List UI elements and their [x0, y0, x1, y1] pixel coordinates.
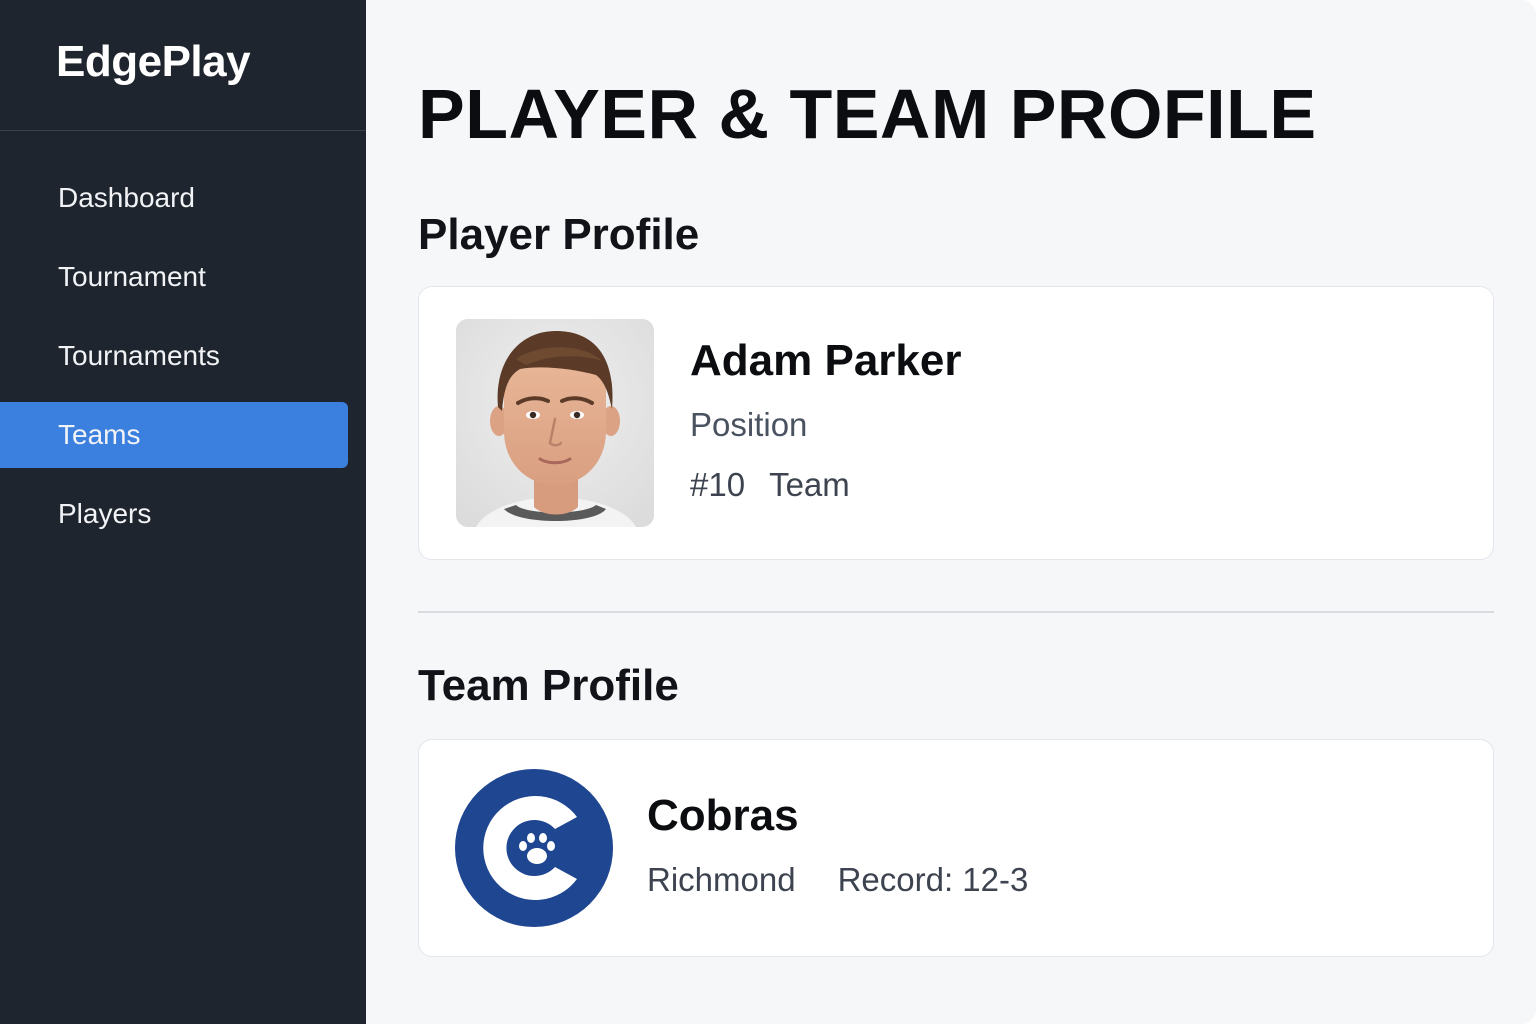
sidebar-item-label: Players — [58, 498, 152, 529]
sidebar-item-tournament[interactable]: Tournament — [0, 244, 348, 310]
team-name: Cobras — [647, 791, 799, 840]
brand-logo-text[interactable]: EdgePlay — [56, 37, 251, 87]
player-info: Adam Parker Position #10 Team — [690, 336, 961, 504]
sidebar-nav: Dashboard Tournament Tournaments Teams P… — [0, 131, 366, 547]
team-card[interactable]: Cobras Richmond Record: 12-3 — [418, 739, 1494, 957]
sidebar-item-teams[interactable]: Teams — [0, 402, 348, 468]
section-divider — [418, 611, 1494, 613]
app-window: EdgePlay Dashboard Tournament Tournament… — [0, 0, 1536, 1024]
sidebar-item-players[interactable]: Players — [0, 481, 348, 547]
sidebar-item-dashboard[interactable]: Dashboard — [0, 165, 348, 231]
player-name: Adam Parker — [690, 336, 962, 385]
player-meta: #10 Team — [690, 466, 961, 504]
sidebar-item-label: Teams — [58, 419, 141, 450]
team-meta: Richmond Record: 12-3 — [647, 861, 1028, 899]
player-position: Position — [690, 406, 808, 443]
page-title: PLAYER & TEAM PROFILE — [418, 75, 1317, 153]
player-card[interactable]: Adam Parker Position #10 Team — [418, 286, 1494, 560]
sidebar: EdgePlay Dashboard Tournament Tournament… — [0, 0, 366, 1024]
main-content: PLAYER & TEAM PROFILE Player Profile Ada… — [366, 0, 1536, 1024]
sidebar-item-label: Tournament — [58, 261, 206, 292]
player-section-title: Player Profile — [418, 210, 700, 259]
team-logo — [455, 769, 613, 927]
player-number: #10 — [690, 466, 746, 503]
paw-icon — [455, 769, 613, 927]
team-info: Cobras Richmond Record: 12-3 — [647, 791, 1028, 899]
team-city: Richmond — [647, 861, 796, 898]
team-section-title: Team Profile — [418, 661, 679, 710]
brand-header: EdgePlay — [0, 0, 366, 131]
sidebar-item-label: Tournaments — [58, 340, 220, 371]
sidebar-item-tournaments[interactable]: Tournaments — [0, 323, 348, 389]
player-avatar — [456, 319, 654, 527]
team-record: Record: 12-3 — [837, 861, 1029, 898]
player-photo — [456, 319, 654, 527]
player-team: Team — [769, 466, 850, 503]
sidebar-item-label: Dashboard — [58, 182, 195, 213]
